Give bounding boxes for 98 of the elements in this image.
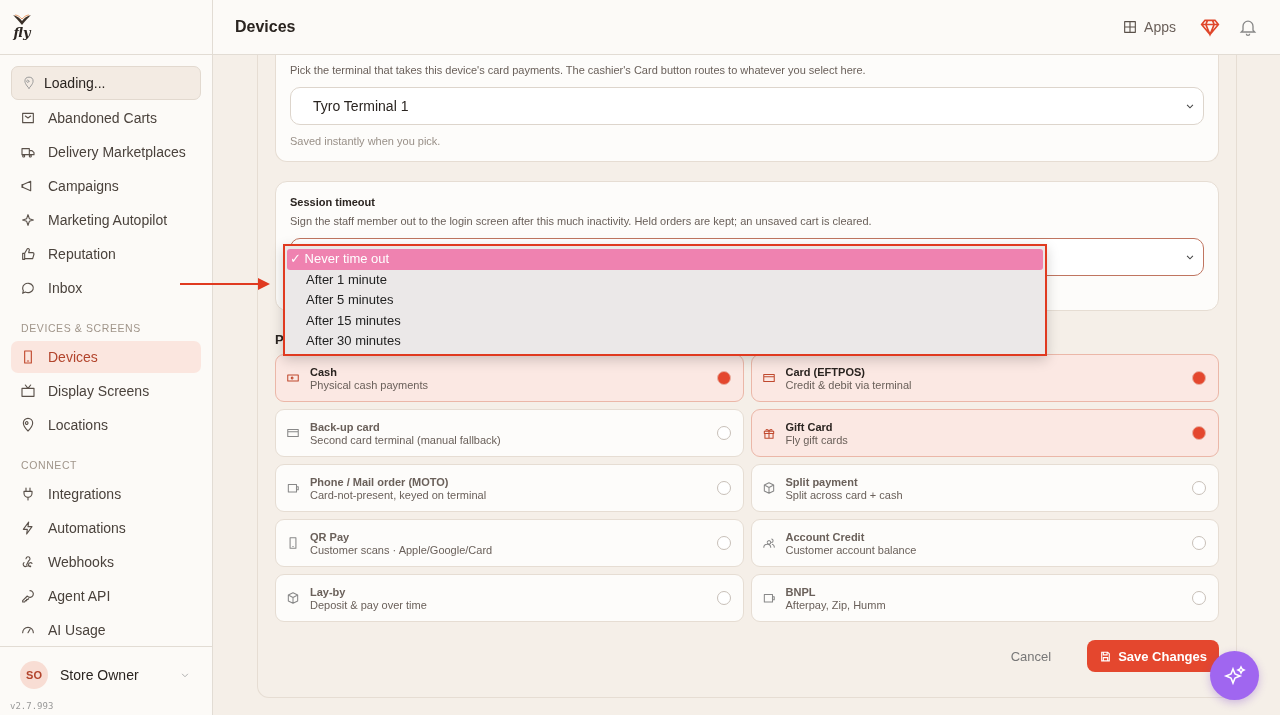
version-label: v2.7.993: [10, 701, 55, 711]
sidebar-item[interactable]: Delivery Marketplaces: [11, 136, 201, 168]
apps-button[interactable]: Apps: [1116, 18, 1182, 36]
sidebar-item[interactable]: Locations: [11, 409, 201, 441]
wallet-icon: [286, 481, 300, 495]
option-description: Physical cash payments: [310, 378, 429, 391]
credit-card-icon: [286, 426, 300, 440]
sidebar-item[interactable]: Integrations: [11, 478, 201, 510]
credit-card-icon: [761, 371, 776, 385]
option-title: Card (EFTPOS): [785, 365, 866, 378]
ai-assistant-button[interactable]: [1210, 651, 1259, 700]
section-heading: P: [275, 332, 284, 348]
banknote-icon: [286, 371, 300, 385]
radio-button[interactable]: [1192, 591, 1206, 605]
option-title: Lay-by: [310, 585, 347, 598]
grid-icon: [1122, 19, 1139, 35]
option-title: Phone / Mail order (MOTO): [310, 475, 450, 488]
location-selector[interactable]: Loading...: [11, 66, 201, 100]
payment-option[interactable]: Cash Physical cash payments: [275, 354, 744, 402]
section-label: CONNECT: [20, 458, 79, 473]
radio-button[interactable]: [1192, 536, 1206, 550]
cart-icon: [20, 110, 36, 126]
dropdown-option[interactable]: After 1 minute: [287, 269, 1043, 290]
sidebar-item[interactable]: Abandoned Carts: [11, 102, 201, 134]
payment-option[interactable]: Gift Card Fly gift cards: [750, 409, 1219, 457]
lightning-icon: [20, 520, 36, 536]
card-description: Pick the terminal that takes this device's card payments. The cashier's Card button routes to whatever you select here.: [290, 64, 867, 76]
option-description: Customer scans · Apple/Google/Card: [310, 543, 494, 556]
option-description: Second card terminal (manual fallback): [310, 433, 502, 446]
option-title: Gift Card: [785, 420, 834, 433]
logo: fly: [12, 14, 32, 40]
cancel-button[interactable]: Cancel: [1004, 647, 1058, 665]
hint-text: Saved instantly when you pick.: [290, 135, 442, 147]
sidebar-item[interactable]: Marketing Autopilot: [11, 204, 201, 236]
gem-icon[interactable]: [1200, 17, 1220, 37]
dropdown-option[interactable]: After 30 minutes: [287, 331, 1043, 352]
option-description: Fly gift cards: [785, 433, 849, 446]
radio-button[interactable]: [1192, 426, 1206, 440]
option-title: Back-up card: [310, 420, 381, 433]
section-label: DEVICES & SCREENS: [20, 321, 142, 336]
option-description: Card-not-present, keyed on terminal: [310, 488, 488, 501]
payment-option[interactable]: Split payment Split across card + cash: [750, 464, 1219, 512]
radio-button[interactable]: [716, 481, 731, 495]
sidebar-item[interactable]: Automations: [11, 512, 201, 544]
phone-icon: [286, 536, 300, 550]
wallet-icon: [761, 591, 776, 605]
save-button[interactable]: Save Changes: [1087, 640, 1219, 672]
plug-icon: [20, 486, 36, 502]
option-title: QR Pay: [310, 530, 351, 543]
save-icon: [1099, 649, 1113, 663]
option-title: Cash: [310, 365, 338, 378]
radio-button[interactable]: [1192, 371, 1206, 385]
option-description: Customer account balance: [785, 543, 918, 556]
payment-option[interactable]: Back-up card Second card terminal (manual fallback): [275, 409, 744, 457]
user-menu[interactable]: SO Store Owner: [10, 655, 202, 695]
option-description: Credit & debit via terminal: [785, 378, 913, 391]
radio-button[interactable]: [716, 426, 731, 440]
payment-option[interactable]: Account Credit Customer account balance: [750, 519, 1219, 567]
radio-button[interactable]: [1192, 481, 1206, 495]
card-description: Sign the staff member out to the login screen after this much inactivity. Held orders are kept; an unsaved cart is cleared.: [290, 215, 873, 227]
radio-button[interactable]: [716, 371, 731, 385]
terminal-select[interactable]: Tyro Terminal 1: [290, 87, 1204, 125]
people-icon: [761, 536, 776, 550]
payment-option[interactable]: Lay-by Deposit & pay over time: [275, 574, 744, 622]
radio-button[interactable]: [716, 591, 731, 605]
sidebar-item[interactable]: AI Usage: [11, 614, 201, 646]
dropdown-option[interactable]: After 5 minutes: [287, 290, 1043, 311]
page-title: Devices: [235, 18, 296, 36]
sidebar-item[interactable]: Devices: [11, 341, 201, 373]
avatar: SO: [20, 661, 48, 689]
option-title: Account Credit: [785, 530, 866, 543]
map-pin-icon: [20, 417, 36, 433]
sidebar-item[interactable]: Campaigns: [11, 170, 201, 202]
payment-option[interactable]: BNPL Afterpay, Zip, Humm: [750, 574, 1219, 622]
option-description: Afterpay, Zip, Humm: [785, 598, 887, 611]
sidebar-item[interactable]: Inbox: [11, 272, 201, 304]
payment-option[interactable]: QR Pay Customer scans · Apple/Google/Card: [275, 519, 744, 567]
sidebar-item[interactable]: Webhooks: [11, 546, 201, 578]
dropdown-option[interactable]: After 15 minutes: [287, 310, 1043, 331]
sidebar-item[interactable]: Agent API: [11, 580, 201, 612]
cube-icon: [286, 591, 300, 605]
sparkle-icon: [20, 212, 36, 228]
map-pin-icon: [22, 76, 36, 90]
thumbs-up-icon: [20, 246, 36, 262]
tv-icon: [20, 383, 36, 399]
card-title: Session timeout: [290, 196, 376, 208]
option-title: BNPL: [785, 585, 817, 598]
sidebar-item[interactable]: Reputation: [11, 238, 201, 270]
payment-option[interactable]: Phone / Mail order (MOTO) Card-not-present, keyed on terminal: [275, 464, 744, 512]
sidebar-item[interactable]: Display Screens: [11, 375, 201, 407]
radio-button[interactable]: [716, 536, 731, 550]
chat-bubble-icon: [20, 280, 36, 296]
payment-option[interactable]: Card (EFTPOS) Credit & debit via terminal: [750, 354, 1219, 402]
cube-icon: [761, 481, 776, 495]
option-description: Split across card + cash: [785, 488, 904, 501]
option-description: Deposit & pay over time: [310, 598, 428, 611]
gift-icon: [761, 426, 776, 440]
option-title: Split payment: [785, 475, 859, 488]
